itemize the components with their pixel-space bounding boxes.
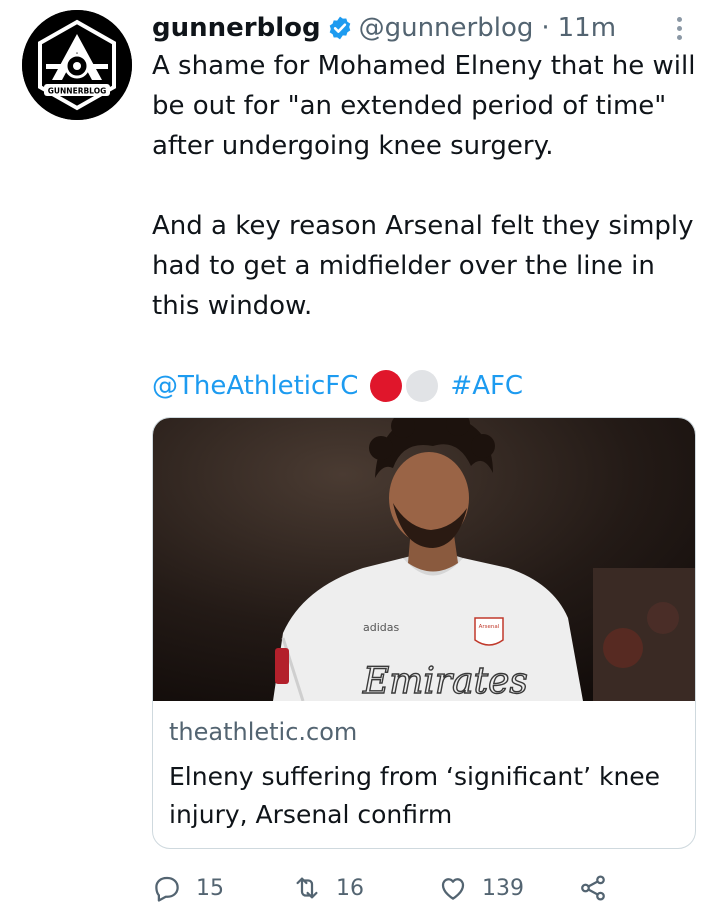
card-domain: theathletic.com (169, 718, 358, 746)
timestamp[interactable]: 11m (558, 13, 616, 43)
card-title: Elneny suffering from ‘significant’ knee… (169, 762, 661, 829)
reply-count: 15 (196, 875, 224, 901)
share-button[interactable] (578, 866, 608, 910)
tweet-text: A shame for Mohamed Elneny that he will … (152, 46, 702, 326)
white-circle-emoji (406, 370, 439, 402)
reply-icon (155, 876, 179, 902)
handle[interactable]: @gunnerblog (359, 13, 534, 43)
shirt-brand-text: adidas (363, 621, 400, 634)
gunnerblog-logo: GUNNERBLOG (22, 10, 132, 120)
shirt-sponsor-text: Emirates (362, 661, 528, 701)
more-dots-icon[interactable] (664, 8, 694, 48)
mention-link[interactable]: @TheAthleticFC (152, 371, 358, 401)
retweet-icon (296, 877, 318, 899)
avatar[interactable]: GUNNERBLOG (22, 10, 132, 120)
tweet-paragraph: A shame for Mohamed Elneny that he will … (152, 51, 696, 161)
reply-button[interactable]: 15 (152, 866, 224, 910)
like-button[interactable]: 139 (438, 866, 524, 910)
card-image: adidas Arsenal Emirates (153, 418, 695, 701)
shirt-badge-text: Arsenal (479, 624, 500, 630)
tweet-paragraph: And a key reason Arsenal felt they simpl… (152, 211, 694, 321)
tweet-header: gunnerblog @gunnerblog · 11m (152, 8, 616, 48)
separator: · (541, 13, 550, 43)
display-name[interactable]: gunnerblog (152, 13, 321, 43)
like-count: 139 (482, 875, 524, 901)
retweet-count: 16 (336, 875, 364, 901)
share-icon (581, 875, 605, 901)
verified-badge-icon (329, 16, 350, 40)
red-circle-emoji (370, 370, 403, 402)
retweet-button[interactable]: 16 (292, 866, 364, 910)
link-card[interactable]: adidas Arsenal Emirates theathletic.com … (152, 417, 696, 849)
hashtag-link[interactable]: #AFC (450, 371, 523, 401)
mentions-line: @TheAthleticFC #AFC (152, 366, 523, 406)
action-bar: 15 16 139 (152, 866, 712, 910)
avatar-text: GUNNERBLOG (48, 87, 106, 96)
heart-icon (441, 878, 465, 900)
